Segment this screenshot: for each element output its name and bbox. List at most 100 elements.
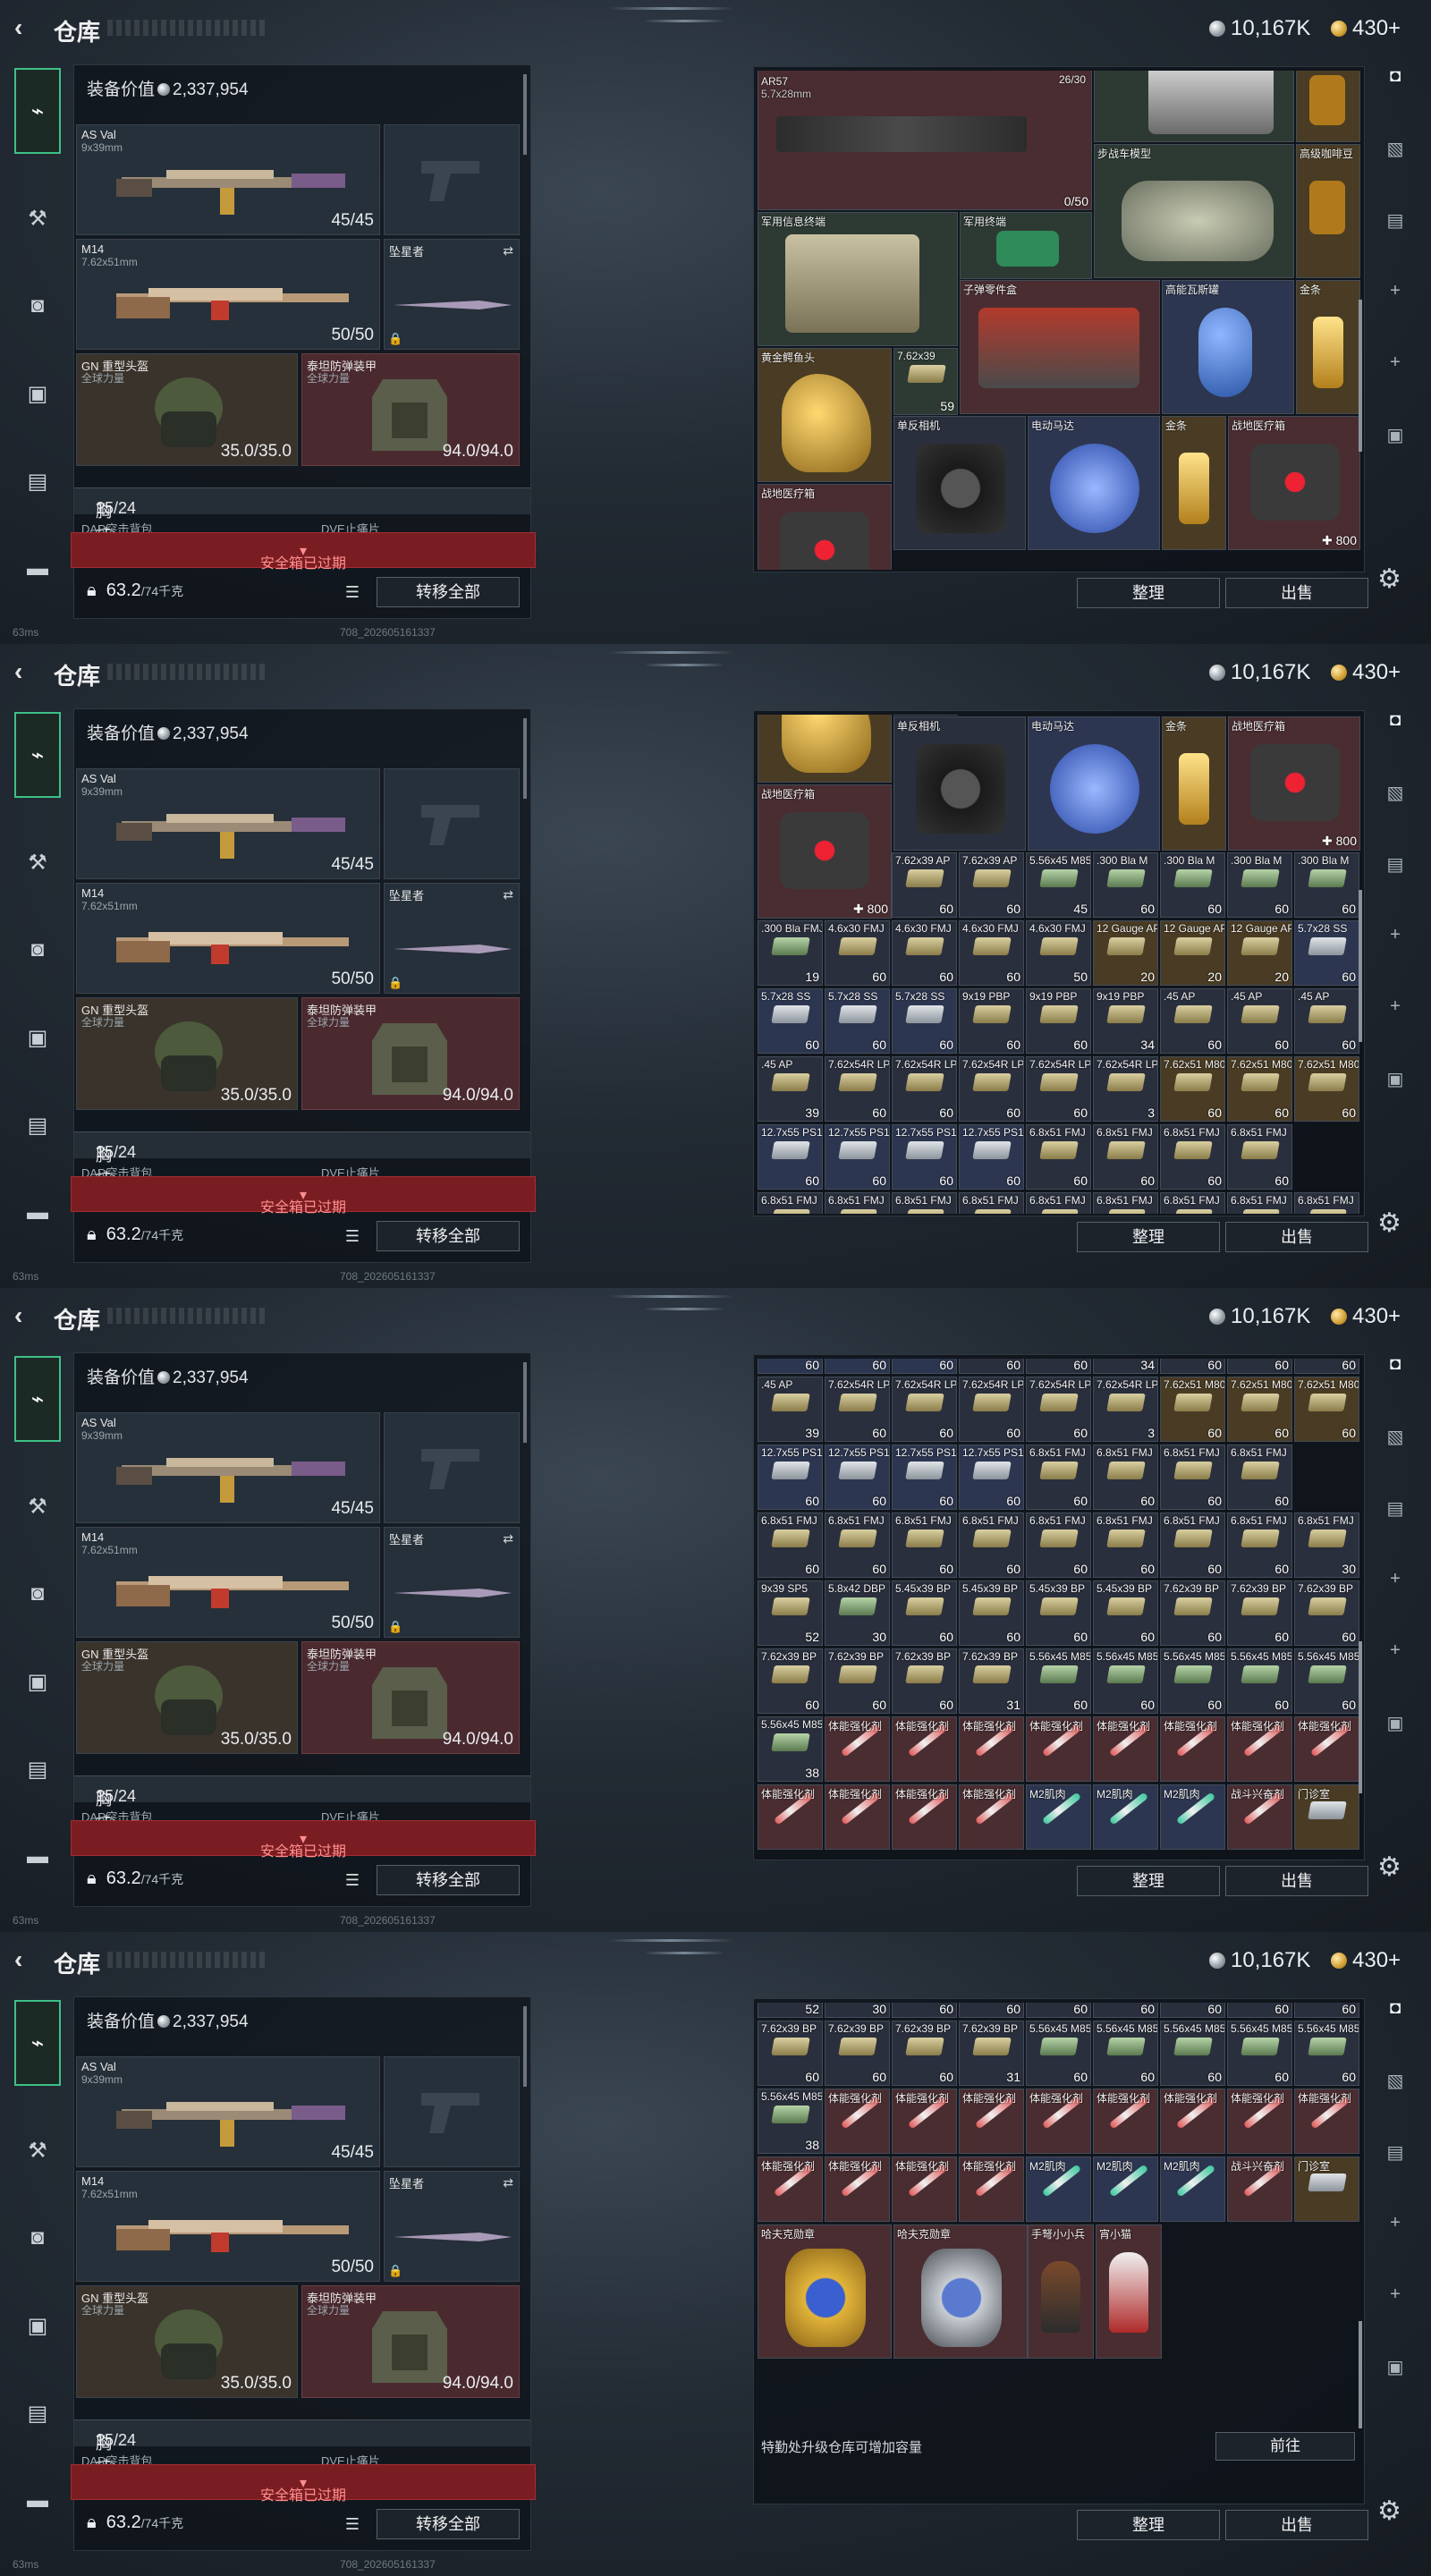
ammo-item-cell[interactable]: 4.6x30 FMJ 50 (1026, 920, 1091, 986)
ammo-item-cell[interactable]: 5.7x28 SS60 (758, 1359, 823, 1374)
helmet-slot[interactable]: GN 重型头盔 全球力量 35.0/35.0 (76, 997, 298, 1110)
ammo-item-cell[interactable]: 6.8x51 FMJ60 (1093, 1124, 1158, 1190)
list-view-icon[interactable]: ☰ (339, 1867, 366, 1894)
ammo-item-cell[interactable]: 7.62x39 BP 31 (959, 2021, 1024, 2086)
melee-slot[interactable]: 坠星者 ⇄ 🔒 (384, 2171, 520, 2282)
gas-canister-cell[interactable]: 高能瓦斯罐 (1162, 280, 1294, 414)
case-icon[interactable]: ▤ (14, 458, 61, 504)
ammo-item-cell[interactable]: 5.56x45 M855A1 60 (1227, 2021, 1292, 2086)
add-icon[interactable]: + (1370, 1640, 1420, 1676)
ammo-item-cell[interactable]: 体能强化剂 (1227, 2089, 1292, 2154)
ammo-item-cell[interactable]: 7.62x51 M80 60 (1227, 1056, 1292, 1122)
silver-currency[interactable]: 10,167K (1209, 660, 1310, 685)
ammo-item-cell[interactable]: 5.56x45 M855A1 60 (1160, 1648, 1225, 1714)
scrollbar[interactable] (1359, 1641, 1362, 1793)
ammo-item-cell[interactable]: 体能强化剂 (1294, 1716, 1359, 1782)
ammo-item-cell[interactable]: 体能强化剂 (1093, 1716, 1158, 1782)
sell-button[interactable]: 出售 (1225, 1866, 1368, 1896)
ammo-item-cell[interactable]: 体能强化剂 (1227, 1716, 1292, 1782)
sort-button[interactable]: 整理 (1077, 2510, 1220, 2540)
scrollbar[interactable] (1359, 890, 1362, 1042)
ammo-item-cell[interactable]: 7.62x54R LPS 60 (959, 1056, 1024, 1122)
briefcase-icon[interactable]: ▬ (14, 2478, 61, 2524)
motor-item-cell[interactable]: 电动马达 (1028, 416, 1160, 550)
ammo-item-cell[interactable]: 体能强化剂 (825, 2089, 890, 2154)
helmet-slot[interactable]: GN 重型头盔 全球力量 35.0/35.0 (76, 2285, 298, 2398)
briefcase-icon[interactable]: ▬ (14, 1190, 61, 1236)
help-icon[interactable]: ? (96, 2431, 105, 2450)
lock-icon[interactable]: ▣ (14, 1658, 61, 1705)
swap-icon[interactable]: ⇄ (503, 2175, 513, 2190)
pistol-slot-empty[interactable] (384, 2056, 520, 2167)
weapon-icon[interactable]: ⌁ (14, 68, 61, 154)
ammo-item-cell[interactable]: 12.7x55 PS12 60 (959, 1124, 1024, 1190)
ammo-item-cell[interactable]: 6.8x51 FMJ60 (959, 1192, 1024, 1214)
ammo-item-cell[interactable]: 7.62x39 BP60 (758, 1648, 823, 1714)
chest-rig-slot[interactable]: 胸挂: 15/24 ? (74, 1775, 530, 1832)
ar57-item-cell[interactable]: AR57 5.7x28mm 26/30 0/50 (758, 71, 1092, 210)
goto-button[interactable]: 前往 (1215, 2432, 1355, 2461)
gallery-icon[interactable]: ▧ (1370, 1426, 1420, 1462)
ammo-item-cell[interactable]: 6.8x51 FMJ60 (758, 1513, 823, 1578)
swap-icon[interactable]: ⇄ (503, 887, 513, 902)
stash-tab-icon[interactable]: ◘ (1370, 66, 1420, 102)
ammo-item-cell[interactable]: 7.62x54R LPS 60 (959, 1377, 1024, 1442)
stash-tab-icon[interactable]: ◘ (1370, 710, 1420, 746)
add-icon[interactable]: + (1370, 352, 1420, 388)
gold-currency[interactable]: 430+ (1331, 660, 1401, 685)
gallery-icon[interactable]: ▧ (1370, 2070, 1420, 2106)
ammo-item-cell[interactable]: 12.7x55 PS12 60 (758, 1445, 823, 1510)
scrollbar[interactable] (1359, 2321, 1362, 2428)
folder-icon[interactable]: ▤ (1370, 853, 1420, 889)
ammo-item-cell[interactable]: 体能强化剂 (1294, 2089, 1359, 2154)
ammo-item-cell[interactable]: .45 AP60 (1227, 988, 1292, 1054)
terminal-item-cell[interactable]: 军用信息终端 (758, 212, 958, 346)
ammo-item-cell[interactable]: 5.56x45 M855A1 60 (1093, 1648, 1158, 1714)
weapon-icon[interactable]: ⌁ (14, 712, 61, 798)
ammo-item-cell[interactable]: 6.8x51 FMJ60 (1227, 1513, 1292, 1578)
ammo-item-cell[interactable]: 6.8x51 FMJ60 (1160, 1445, 1225, 1510)
ammo-item-cell[interactable]: 战斗兴奋剂 (1227, 1784, 1292, 1850)
ammo-item-cell[interactable]: 12.7x55 PS12 60 (758, 1124, 823, 1190)
add-icon[interactable]: + (1370, 281, 1420, 317)
ammo-item-cell[interactable]: 9x19 PBP 34 (1093, 988, 1158, 1054)
secondary-weapon-slot[interactable]: M14 7.62x51mm 50/50 (76, 2171, 380, 2282)
ammo-item-cell[interactable]: 6.8x51 FMJ60 (959, 1513, 1024, 1578)
ammo-item-cell[interactable]: 7.62x39 BP60 (1160, 1580, 1225, 1646)
helmet-slot[interactable]: GN 重型头盔 全球力量 35.0/35.0 (76, 353, 298, 466)
secondary-weapon-slot[interactable]: M14 7.62x51mm 50/50 (76, 883, 380, 994)
ammo-item-cell[interactable]: 5.56x45 M855A1 60 (1227, 1648, 1292, 1714)
sort-button[interactable]: 整理 (1077, 578, 1220, 608)
ammo-item-cell[interactable]: 12.7x55 PS12 60 (892, 1124, 957, 1190)
gallery-icon[interactable]: ▧ (1370, 782, 1420, 818)
ammo-item-cell[interactable]: 5.45x39 BP60 (892, 2003, 957, 2018)
ammo-item-cell[interactable]: 7.62x39 BP60 (892, 1648, 957, 1714)
ammo-item-cell[interactable]: 7.62x39 AP 60 (892, 852, 957, 918)
ammo-item-cell[interactable]: 5.56x45 M855A1 60 (1160, 2021, 1225, 2086)
lock-icon[interactable]: ▣ (1370, 424, 1420, 460)
medkit-item-cell[interactable]: 战地医疗箱 ✚ 800 (1228, 716, 1360, 851)
settings-gear-icon[interactable]: ⚙ (1377, 564, 1401, 595)
armor-slot[interactable]: 泰坦防弹装甲 全球力量 94.0/94.0 (301, 1641, 520, 1754)
ammo-item-cell[interactable]: 7.62x39 BP60 (1227, 2003, 1292, 2018)
silver-currency[interactable]: 10,167K (1209, 1304, 1310, 1329)
safe-box-expired-banner[interactable]: 安全箱已过期 ▾ (71, 1820, 536, 1860)
ammo-item-cell[interactable]: 7.62x39 BP60 (1294, 2003, 1359, 2018)
back-arrow-icon[interactable]: ‹ (14, 659, 38, 684)
ammo-item-cell[interactable]: 门诊室 (1294, 2157, 1359, 2222)
add-icon[interactable]: + (1370, 2284, 1420, 2320)
ammo-item-cell[interactable]: M2肌肉 (1026, 2157, 1091, 2222)
ammo-item-cell[interactable]: 6.8x51 FMJ60 (1093, 1192, 1158, 1214)
ammo-item-cell[interactable]: 5.56x45 M855 45 (1026, 852, 1091, 918)
ammo-item-cell[interactable]: 体能强化剂 (892, 1716, 957, 1782)
pistol-slot-empty[interactable] (384, 1412, 520, 1523)
chip-item-cell[interactable]: 军用终端 (960, 212, 1092, 279)
ammo-item-cell[interactable]: 12 Gauge AP 20 (1160, 920, 1225, 986)
ammo-item-cell[interactable]: 体能强化剂 (1160, 1716, 1225, 1782)
ammo-item-cell[interactable]: 体能强化剂 (1093, 2089, 1158, 2154)
secondary-weapon-slot[interactable]: M14 7.62x51mm 50/50 (76, 1527, 380, 1638)
ammo-item-cell[interactable]: 6.8x51 FMJ60 (825, 1513, 890, 1578)
transfer-all-button[interactable]: 转移全部 (377, 1221, 520, 1251)
ammo-item-cell[interactable]: .45 AP60 (1294, 1359, 1359, 1374)
ammo-item-cell[interactable]: 7.62x39 BP60 (892, 2021, 957, 2086)
